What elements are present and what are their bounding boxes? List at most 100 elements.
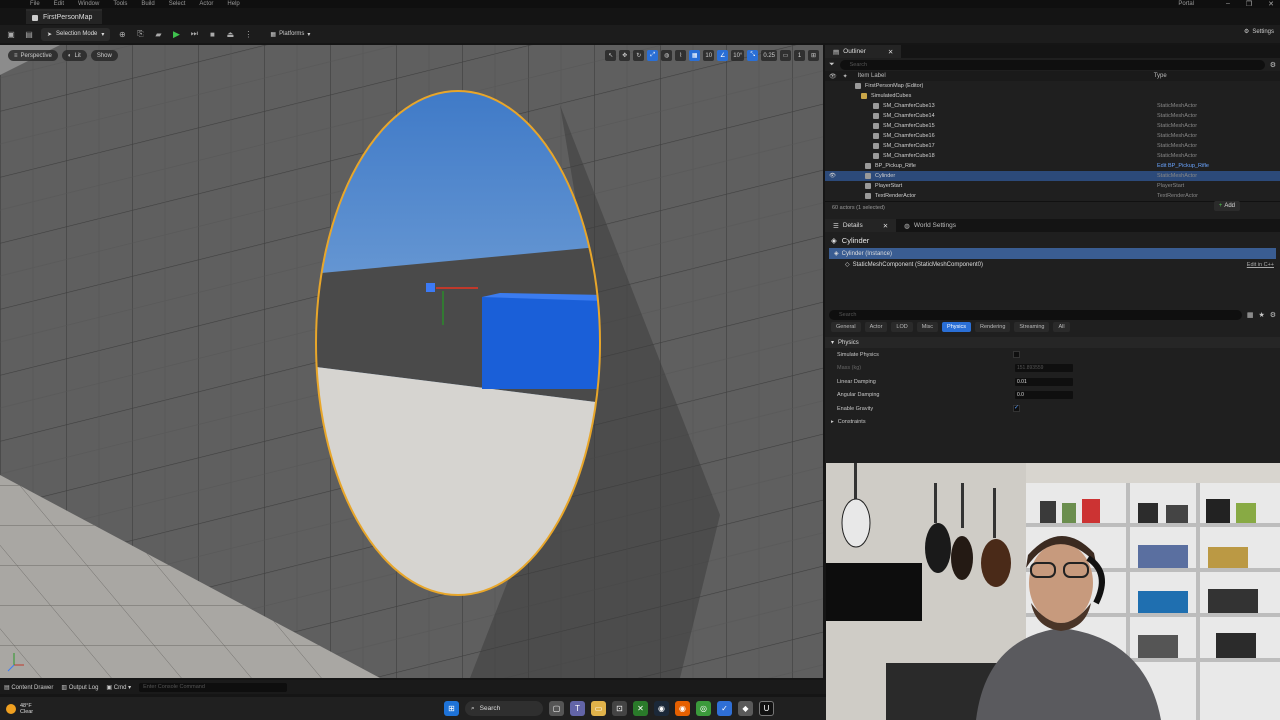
taskbar-search[interactable]: ⌕ Search — [465, 701, 543, 716]
outliner-row[interactable]: SM_ChamferCube16 StaticMeshActor — [825, 131, 1280, 141]
folder-icon[interactable]: ▭ — [591, 701, 606, 716]
menu-window[interactable]: Window — [78, 1, 99, 7]
stop-icon[interactable]: ■ — [206, 28, 218, 40]
grid-icon[interactable]: ▦ — [1247, 311, 1254, 319]
selection-mode-button[interactable]: ➤ Selection Mode ▾ — [41, 27, 111, 41]
content-drawer-button[interactable]: ▤ Content Drawer — [4, 684, 53, 691]
console-input[interactable]: Enter Console Command — [139, 682, 288, 692]
menu-file[interactable]: File — [30, 1, 40, 7]
filter-icon[interactable]: ⏷ — [829, 61, 835, 69]
firefox-icon[interactable]: ◉ — [675, 701, 690, 716]
move-tool-icon[interactable]: ✥ — [619, 50, 631, 61]
blueprint-icon[interactable]: ⎘ — [134, 28, 146, 40]
select-tool-icon[interactable]: ↖ — [605, 50, 617, 61]
todo-icon[interactable]: ✓ — [717, 701, 732, 716]
outliner-row[interactable]: SM_ChamferCube15 StaticMeshActor — [825, 121, 1280, 131]
save-icon[interactable]: ▣ — [5, 28, 17, 40]
outliner-row[interactable]: SM_ChamferCube18 StaticMeshActor — [825, 151, 1280, 161]
outliner-row[interactable]: PlayerStart PlayerStart — [825, 181, 1280, 191]
outliner-row[interactable]: 👁 Cylinder StaticMeshActor — [825, 171, 1280, 181]
pin-icon[interactable]: ✦ — [843, 73, 848, 80]
menu-tools[interactable]: Tools — [113, 1, 127, 7]
perspective-button[interactable]: ≡ Perspective — [8, 50, 58, 61]
maximize-viewport-icon[interactable]: ⊞ — [808, 50, 819, 61]
menu-select[interactable]: Select — [169, 1, 186, 7]
outliner-row[interactable]: SM_ChamferCube14 StaticMeshActor — [825, 111, 1280, 121]
settings-button[interactable]: ⚙ Settings — [1244, 28, 1274, 36]
outliner-tab[interactable]: ▤ Outliner ✕ — [825, 45, 902, 58]
menu-build[interactable]: Build — [141, 1, 154, 7]
rotation-snap-icon[interactable]: ∠ — [717, 50, 729, 61]
xbox-icon[interactable]: ✕ — [633, 701, 648, 716]
more-icon[interactable]: ⋮ — [242, 28, 254, 40]
property-value-input[interactable]: 0.0 — [1015, 391, 1073, 400]
settings-icon[interactable]: ⚙ — [1270, 311, 1276, 319]
property-checkbox[interactable] — [1013, 351, 1020, 359]
rotate-tool-icon[interactable]: ↻ — [633, 50, 645, 61]
camera-speed-value[interactable]: 1 — [794, 50, 805, 61]
output-log-button[interactable]: ▥ Output Log — [61, 684, 98, 691]
category-tab-actor[interactable]: Actor — [864, 322, 888, 332]
browse-icon[interactable]: ▤ — [23, 28, 35, 40]
menu-actor[interactable]: Actor — [199, 1, 213, 7]
category-tab-streaming[interactable]: Streaming — [1014, 322, 1050, 332]
details-tab[interactable]: ☰ Details ✕ — [825, 219, 897, 232]
star-icon[interactable]: ★ — [1258, 311, 1264, 319]
outliner-row[interactable]: SimulatedCubes — [825, 91, 1280, 101]
outliner-search-input[interactable]: Search — [839, 59, 1265, 70]
constraints-section[interactable]: ▸ Constraints — [825, 416, 1280, 430]
eject-icon[interactable]: ⏏ — [224, 28, 236, 40]
item-label-header[interactable]: Item Label — [858, 73, 886, 79]
step-icon[interactable]: ⏭ — [188, 28, 200, 40]
scale-snap-value[interactable]: 0.25 — [761, 50, 777, 61]
windows-start-icon[interactable]: ⊞ — [444, 701, 459, 716]
app-icon[interactable]: ◆ — [738, 701, 753, 716]
add-actor-icon[interactable]: ⊕ — [116, 28, 128, 40]
scale-snap-icon[interactable]: ⤡ — [747, 50, 759, 61]
component-row[interactable]: ◇ StaticMeshComponent (StaticMeshCompone… — [825, 259, 1280, 270]
store-icon[interactable]: ⊡ — [612, 701, 627, 716]
outliner-row[interactable]: BP_Pickup_Rifle Edit BP_Pickup_Rifle — [825, 161, 1280, 171]
rotation-snap-value[interactable]: 10° — [731, 50, 745, 61]
weather-widget[interactable]: 48°F Clear — [0, 703, 33, 715]
grid-snap-icon[interactable]: ▦ — [689, 50, 701, 61]
scale-tool-icon[interactable]: ⤢ — [647, 50, 659, 61]
steam-icon[interactable]: ◉ — [654, 701, 669, 716]
chrome-icon[interactable]: ◎ — [696, 701, 711, 716]
visibility-icon[interactable]: 👁 — [829, 173, 836, 179]
close-icon[interactable]: ✕ — [888, 48, 893, 56]
edit-cpp-link[interactable]: Edit in C++ — [1247, 262, 1274, 268]
menu-edit[interactable]: Edit — [54, 1, 64, 7]
play-icon[interactable]: ▶ — [170, 28, 182, 40]
grid-snap-value[interactable]: 10 — [703, 50, 715, 61]
property-value-input[interactable]: 0.01 — [1015, 377, 1073, 386]
close-icon[interactable]: ✕ — [883, 222, 888, 230]
outliner-row[interactable]: TextRenderActor TextRenderActor — [825, 191, 1280, 201]
minimize-button[interactable]: – — [1226, 0, 1230, 8]
world-settings-tab[interactable]: ◍ World Settings — [896, 219, 964, 232]
surface-snap-icon[interactable]: ⌇ — [675, 50, 687, 61]
outliner-row[interactable]: FirstPersonMap (Editor) — [825, 81, 1280, 91]
level-tab[interactable]: FirstPersonMap — [26, 9, 103, 24]
category-tab-lod[interactable]: LOD — [891, 322, 913, 332]
category-tab-physics[interactable]: Physics — [942, 322, 971, 332]
type-header[interactable]: Type — [1154, 73, 1167, 79]
outliner-row[interactable]: SM_ChamferCube13 StaticMeshActor — [825, 101, 1280, 111]
lit-button[interactable]: ◐ Lit — [61, 50, 87, 61]
settings-icon[interactable]: ⚙ — [1270, 61, 1276, 69]
teams-icon[interactable]: T — [570, 701, 585, 716]
property-checkbox[interactable]: ✓ — [1013, 405, 1020, 413]
category-tab-general[interactable]: General — [831, 322, 861, 332]
visibility-icon[interactable]: 👁 — [829, 73, 837, 80]
category-tab-rendering[interactable]: Rendering — [975, 322, 1011, 332]
cmd-dropdown[interactable]: ▣ Cmd ▾ — [106, 684, 131, 691]
outliner-row[interactable]: SM_ChamferCube17 StaticMeshActor — [825, 141, 1280, 151]
category-tab-all[interactable]: All — [1053, 322, 1070, 332]
unreal-engine-icon[interactable]: U — [759, 701, 774, 716]
physics-section-header[interactable]: ▾ Physics — [825, 337, 1280, 348]
show-button[interactable]: Show — [90, 50, 118, 61]
instance-row[interactable]: ◈ Cylinder (Instance) — [829, 248, 1276, 259]
maximize-button[interactable]: ❐ — [1246, 0, 1252, 8]
add-component-button[interactable]: + Add — [1213, 201, 1240, 211]
camera-speed-icon[interactable]: ▭ — [780, 50, 791, 61]
